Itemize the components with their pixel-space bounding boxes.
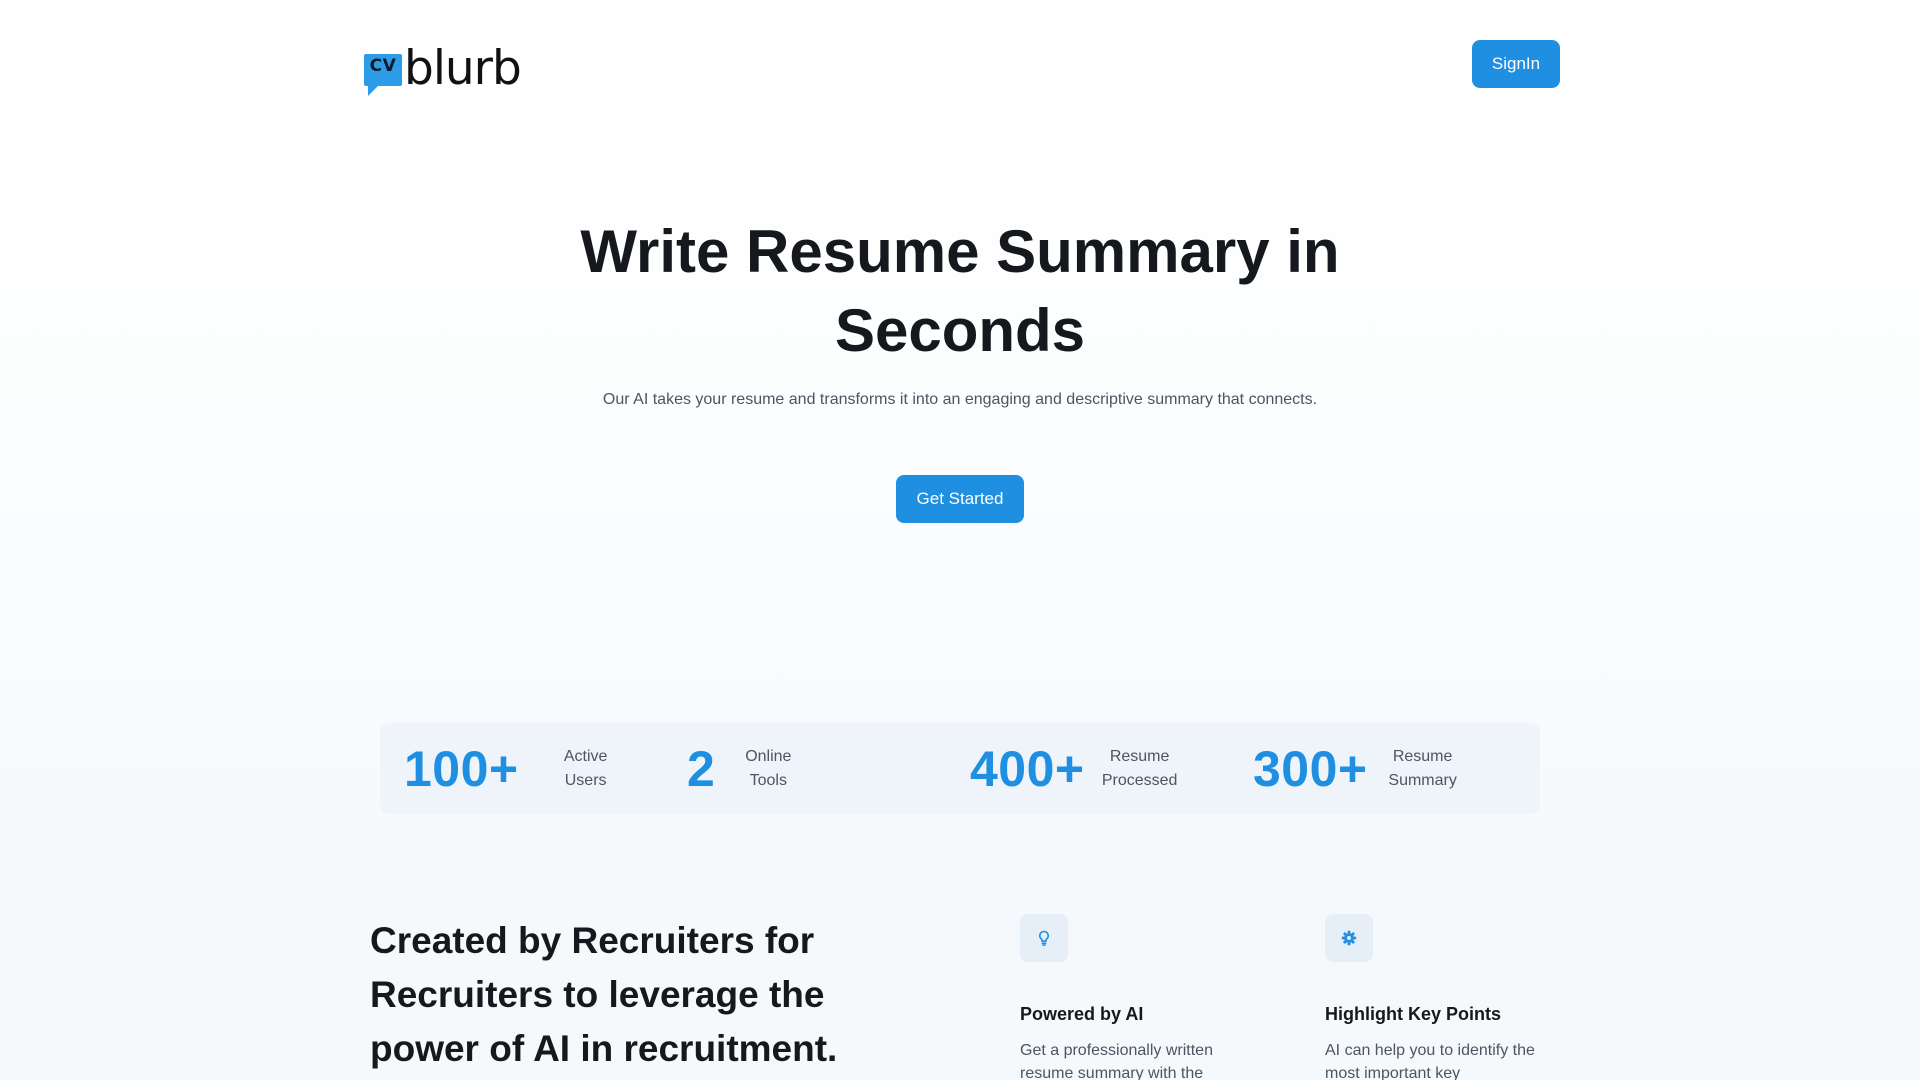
stat-resume-processed: 400+ Resume Processed <box>970 723 1185 814</box>
logo-badge-text: CV <box>369 56 397 76</box>
feature-powered-by-ai: Powered by AI Get a professionally writt… <box>1020 914 1250 1080</box>
stat-label-line: Tools <box>749 771 787 789</box>
stat-number: 2 <box>687 740 716 797</box>
stat-label-line: Online <box>745 747 792 765</box>
stat-number: 100+ <box>404 740 519 797</box>
stat-label-line: Users <box>564 771 607 789</box>
cvblurb-logo[interactable]: CV blurb <box>364 41 522 96</box>
feature-title: Powered by AI <box>1020 1004 1144 1024</box>
feature-title: Highlight Key Points <box>1325 1004 1502 1024</box>
stat-online-tools: 2 Online Tools <box>687 723 813 814</box>
signin-button[interactable]: SignIn <box>1472 40 1560 88</box>
stat-label: Online Tools <box>723 745 813 793</box>
about-title: Created by Recruiters for Recruiters to … <box>370 920 838 1069</box>
stat-number: 400+ <box>970 740 1085 797</box>
gear-icon <box>1325 914 1373 962</box>
hero-title: Write Resume Summary in Seconds <box>580 218 1340 364</box>
hero-subtitle: Our AI takes your resume and transforms … <box>602 391 1318 408</box>
stat-number: 300+ <box>1253 740 1368 797</box>
stat-label: Resume Processed <box>1095 745 1185 793</box>
feature-text: AI can help you to identify the most imp… <box>1325 1042 1535 1080</box>
stat-label-line: Resume <box>1392 747 1453 765</box>
feature-text: Get a professionally written resume summ… <box>1020 1042 1213 1080</box>
feature-highlight-key-points: Highlight Key Points AI can help you to … <box>1325 914 1555 1080</box>
stats-bar: 100+ Active Users 2 Online Tools 400+ Re… <box>380 723 1540 814</box>
stat-label: Active Users <box>541 745 631 793</box>
stat-label-line: Resume <box>1109 747 1170 765</box>
stat-label: Resume Summary <box>1378 745 1468 793</box>
logo-wordmark: blurb <box>404 41 522 96</box>
stat-active-users: 100+ Active Users <box>404 723 631 814</box>
lightbulb-icon <box>1020 914 1068 962</box>
get-started-button[interactable]: Get Started <box>896 475 1024 523</box>
stat-label-line: Summary <box>1388 771 1457 789</box>
logo-speech-bubble-icon: CV <box>364 54 402 96</box>
site-header: CV blurb SignIn <box>0 0 1920 130</box>
stat-resume-summary: 300+ Resume Summary <box>1253 723 1468 814</box>
stat-label-line: Processed <box>1101 771 1178 789</box>
stat-label-line: Active <box>563 747 608 765</box>
